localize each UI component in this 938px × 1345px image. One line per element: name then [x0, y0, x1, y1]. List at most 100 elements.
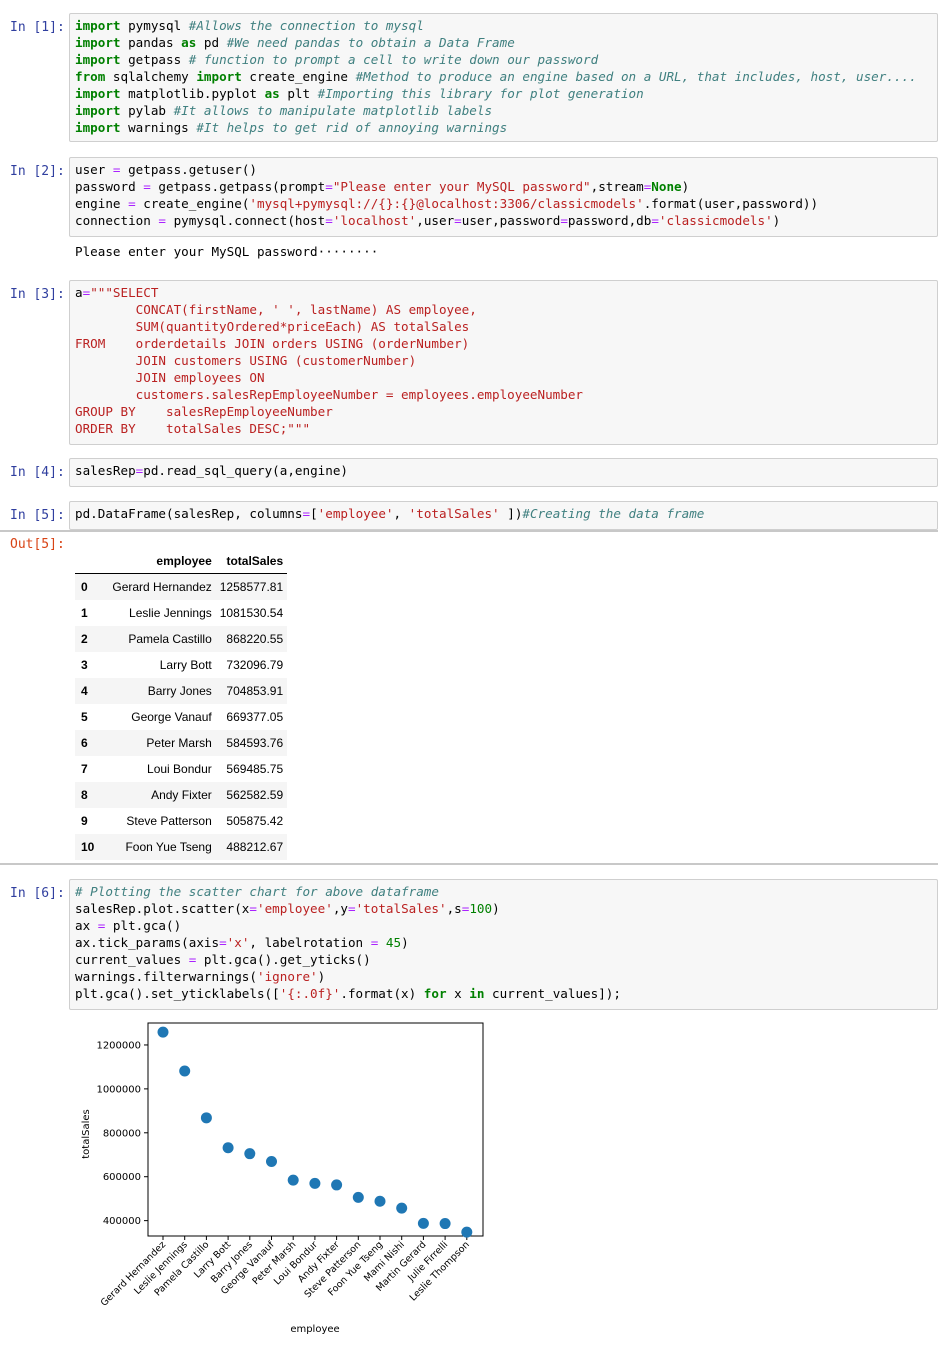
code-token: =	[158, 213, 166, 228]
code-cell-3[interactable]: a="""SELECT CONCAT(firstName, ' ', lastN…	[69, 280, 938, 445]
code-token: user,password	[461, 213, 561, 228]
code-line: JOIN employees ON	[75, 369, 937, 386]
code-token: =	[143, 179, 151, 194]
code-token: #Method to produce an engine based on a …	[355, 69, 917, 84]
code-token: getpass	[120, 52, 189, 67]
row-index: 8	[81, 788, 88, 802]
code-token: ])	[499, 506, 523, 521]
code-token: pylab	[120, 103, 174, 118]
code-token: import	[196, 69, 242, 84]
code-token: salesRep	[75, 463, 136, 478]
code-token: password	[75, 179, 144, 194]
code-token: 'totalSales'	[355, 901, 447, 916]
code-cell-2[interactable]: user = getpass.getuser() password = getpa…	[69, 157, 938, 237]
code-token: JOIN customers USING (customerNumber)	[75, 353, 417, 368]
code-token: =	[249, 901, 257, 916]
code-cell-5[interactable]: pd.DataFrame(salesRep, columns=['employe…	[69, 501, 938, 530]
y-tick-label: 400000	[103, 1216, 141, 1227]
code-line: a="""SELECT	[75, 284, 937, 301]
cell-separator	[0, 863, 938, 865]
code-token: #It allows to manipulate matplotlib labe…	[173, 103, 493, 118]
code-token: #It helps to get rid of annoying warning…	[196, 120, 508, 135]
code-token: #Allows the connection to mysql	[188, 18, 424, 33]
code-token: password,db	[567, 213, 652, 228]
code-token: ax	[75, 918, 98, 933]
in-prompt-1: In [1]:	[10, 20, 65, 35]
code-token: )	[681, 179, 690, 194]
in-prompt-6: In [6]:	[10, 886, 65, 901]
y-tick-label: 600000	[103, 1172, 141, 1183]
scatter-point	[374, 1195, 386, 1207]
code-editor[interactable]: # Plotting the scatter chart for above d…	[70, 880, 937, 1005]
code-token: 'mysql+pymysql://{}:{}@localhost:3306/cl…	[249, 196, 644, 211]
code-line: FROM orderdetails JOIN orders USING (ord…	[75, 335, 937, 352]
code-line: current_values = plt.gca().get_yticks()	[75, 951, 937, 968]
table-header-row: employee totalSales	[75, 548, 288, 574]
employee-cell: Steve Patterson	[126, 814, 212, 828]
total-sales-cell: 488212.67	[226, 840, 284, 854]
code-token: ,y	[332, 901, 348, 916]
code-token: CONCAT(firstName, ' ', lastName) AS empl…	[75, 302, 477, 317]
plot-area	[147, 1022, 484, 1237]
code-editor[interactable]: user = getpass.getuser() password = getpa…	[70, 158, 937, 232]
code-token: '{:.0f}'	[279, 986, 341, 1001]
code-token: )	[772, 213, 781, 228]
code-token: =	[128, 196, 136, 211]
code-token: "Please enter your MySQL password"	[332, 179, 591, 194]
code-line: from sqlalchemy import create_engine #Me…	[75, 68, 937, 85]
code-cell-6[interactable]: # Plotting the scatter chart for above d…	[69, 879, 938, 1010]
y-tick-label: 1000000	[96, 1084, 141, 1095]
code-line: salesRep=pd.read_sql_query(a,engine)	[75, 462, 937, 479]
in-prompt-3: In [3]:	[10, 287, 65, 302]
code-token: =	[325, 179, 333, 194]
table-row: 9 Steve Patterson 505875.42	[75, 808, 287, 834]
code-line: connection = pymysql.connect(host='local…	[75, 212, 937, 229]
code-editor[interactable]: import pymysql #Allows the connection to…	[70, 14, 937, 139]
row-index: 3	[81, 658, 88, 672]
code-token: 'employee'	[317, 506, 394, 521]
scatter-point	[439, 1218, 451, 1230]
code-cell-1[interactable]: import pymysql #Allows the connection to…	[69, 13, 938, 142]
total-sales-cell: 868220.55	[226, 632, 284, 646]
code-line: pd.DataFrame(salesRep, columns=['employe…	[75, 505, 937, 522]
code-token: #We need pandas to obtain a Data Frame	[226, 35, 515, 50]
code-token: a	[75, 285, 83, 300]
column-header: totalSales	[215, 548, 288, 574]
code-editor[interactable]: pd.DataFrame(salesRep, columns=['employe…	[70, 502, 937, 525]
scatter-point	[222, 1142, 234, 1154]
table-row: 8 Andy Fixter 562582.59	[75, 782, 288, 808]
table-row: 5 George Vanauf 669377.05	[75, 704, 287, 730]
code-token: # function to prompt a cell to write dow…	[188, 52, 599, 67]
code-cell-4[interactable]: salesRep=pd.read_sql_query(a,engine)	[69, 458, 938, 487]
code-token: plt.gca().set_yticklabels([	[75, 986, 280, 1001]
code-line: import warnings #It helps to get rid of …	[75, 119, 937, 136]
code-token: ORDER BY totalSales DESC;"""	[75, 421, 311, 436]
code-token: ,s	[446, 901, 462, 916]
code-token: 'employee'	[256, 901, 333, 916]
code-token: import	[75, 120, 121, 135]
code-token: pd.read_sql_query(a,engine)	[143, 463, 348, 478]
scatter-point	[287, 1174, 299, 1186]
password-prompt-output[interactable]: Please enter your MySQL password········	[75, 244, 378, 259]
table-row: 3 Larry Bott 732096.79	[75, 652, 287, 678]
code-token: 100	[469, 901, 493, 916]
code-token: 'classicmodels'	[658, 213, 773, 228]
code-line: password = getpass.getpass(prompt="Pleas…	[75, 178, 937, 195]
dataframe-table: employee totalSales 0 Gerard Hernandez 125…	[75, 548, 288, 860]
employee-cell: Foon Yue Tseng	[125, 840, 212, 854]
code-editor[interactable]: salesRep=pd.read_sql_query(a,engine)	[70, 459, 937, 482]
code-token: plt	[279, 86, 318, 101]
code-editor[interactable]: a="""SELECT CONCAT(firstName, ' ', lastN…	[70, 281, 937, 440]
code-line: import matplotlib.pyplot as plt #Importi…	[75, 85, 937, 102]
code-line: ax.tick_params(axis='x', labelrotation =…	[75, 934, 937, 951]
code-token: # Plotting the scatter chart for above d…	[75, 884, 439, 899]
code-token: ax.tick_params(axis	[75, 935, 220, 950]
code-line: ax = plt.gca()	[75, 917, 937, 934]
table-row: 7 Loui Bondur 569485.75	[75, 756, 287, 782]
code-token: salesRep.plot.scatter(x	[75, 901, 250, 916]
code-token: )	[317, 969, 326, 984]
code-token: =	[651, 213, 659, 228]
employee-cell: Loui Bondur	[147, 762, 212, 776]
code-token: pymysql.connect(host	[166, 213, 326, 228]
employee-cell: George Vanauf	[131, 710, 212, 724]
